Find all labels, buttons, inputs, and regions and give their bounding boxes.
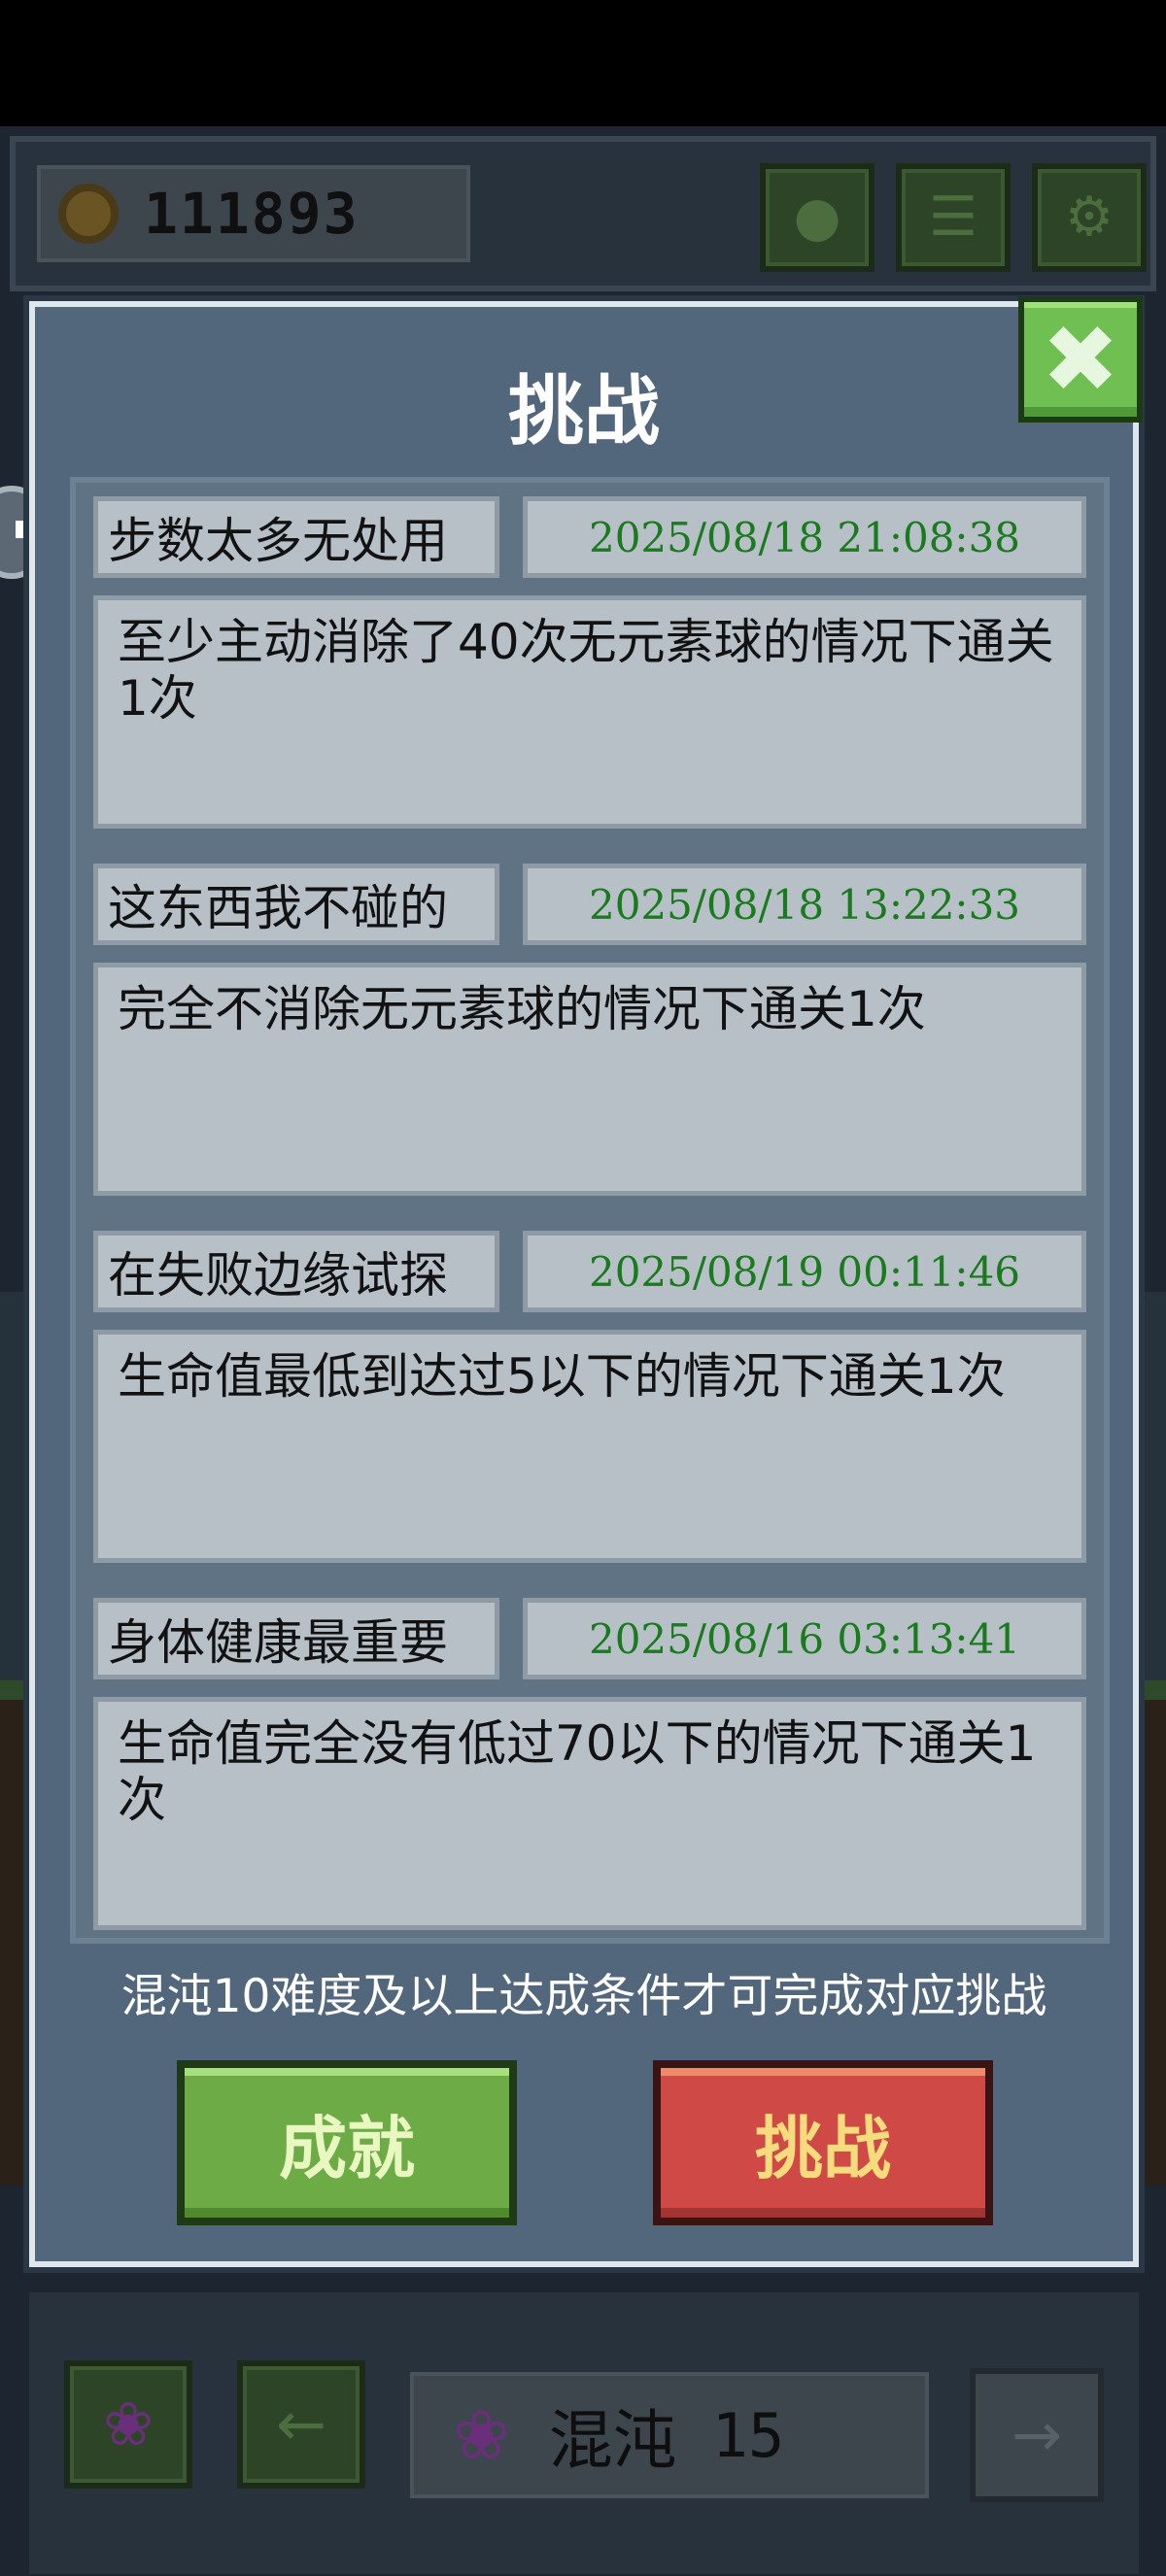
chaos-flower-icon: ❀ (103, 2389, 154, 2459)
challenge-date: 2025/08/18 21:08:38 (523, 496, 1086, 578)
challenge-date: 2025/08/19 00:11:46 (523, 1231, 1086, 1312)
difficulty-mode-label: 混沌 (548, 2403, 677, 2478)
arrow-left-icon: ← (276, 2389, 326, 2459)
mode-icon-button[interactable]: ❀ (64, 2360, 192, 2489)
challenge-list[interactable]: 步数太多无处用 2025/08/18 21:08:38 至少主动消除了40次无元… (70, 477, 1110, 1944)
challenge-card: 在失败边缘试探 2025/08/19 00:11:46 生命值最低到达过5以下的… (93, 1231, 1086, 1569)
challenge-description: 至少主动消除了40次无元素球的情况下通关1次 (93, 595, 1086, 829)
challenge-name: 这东西我不碰的 (93, 864, 499, 945)
previous-button[interactable]: ← (237, 2360, 365, 2489)
challenge-date: 2025/08/16 03:13:41 (523, 1598, 1086, 1679)
next-button[interactable]: → (970, 2368, 1104, 2502)
challenge-date: 2025/08/18 13:22:33 (523, 864, 1086, 945)
trophy-icon: ● (793, 186, 841, 249)
coin-icon (58, 184, 119, 244)
dialog-title: 挑战 (507, 368, 660, 456)
bottom-bar: ❀ ← ❀ 混沌 15 → (29, 2292, 1139, 2574)
settings-button[interactable]: ⚙ (1032, 163, 1147, 272)
footer-note: 混沌10难度及以上达成条件才可完成对应挑战 (120, 1970, 1047, 2023)
gear-icon: ⚙ (1064, 186, 1115, 249)
arrow-right-icon: → (1012, 2399, 1062, 2470)
list-button[interactable]: ☰ (896, 163, 1011, 272)
challenge-name: 身体健康最重要 (93, 1598, 499, 1679)
challenge-dialog: 挑战 步数太多无处用 2025/08/18 21:08:38 至少主动消除了40… (29, 301, 1139, 2267)
coin-value: 111893 (144, 181, 360, 247)
challenge-description: 完全不消除无元素球的情况下通关1次 (93, 963, 1086, 1196)
difficulty-level: 15 (711, 2399, 785, 2471)
challenge-name: 步数太多无处用 (93, 496, 499, 578)
difficulty-selector: ❀ 混沌 15 (410, 2372, 929, 2498)
challenge-card: 步数太多无处用 2025/08/18 21:08:38 至少主动消除了40次无元… (93, 496, 1086, 834)
challenge-card: 这东西我不碰的 2025/08/18 13:22:33 完全不消除无元素球的情况… (93, 864, 1086, 1202)
coin-counter: 111893 (37, 165, 470, 262)
top-bar: 111893 ● ☰ ⚙ (10, 136, 1156, 291)
challenge-card: 身体健康最重要 2025/08/16 03:13:41 生命值完全没有低过70以… (93, 1598, 1086, 1936)
challenge-description: 生命值最低到达过5以下的情况下通关1次 (93, 1330, 1086, 1563)
close-icon: ✖ (1041, 305, 1120, 414)
achievements-button[interactable]: 成就 (177, 2060, 517, 2225)
list-icon: ☰ (928, 186, 978, 249)
chaos-flower-icon: ❀ (453, 2395, 510, 2475)
challenge-description: 生命值完全没有低过70以下的情况下通关1次 (93, 1697, 1086, 1930)
challenge-name: 在失败边缘试探 (93, 1231, 499, 1312)
close-button[interactable]: ✖ (1018, 296, 1143, 423)
challenges-button[interactable]: 挑战 (653, 2060, 993, 2225)
trophy-button[interactable]: ● (760, 163, 874, 272)
